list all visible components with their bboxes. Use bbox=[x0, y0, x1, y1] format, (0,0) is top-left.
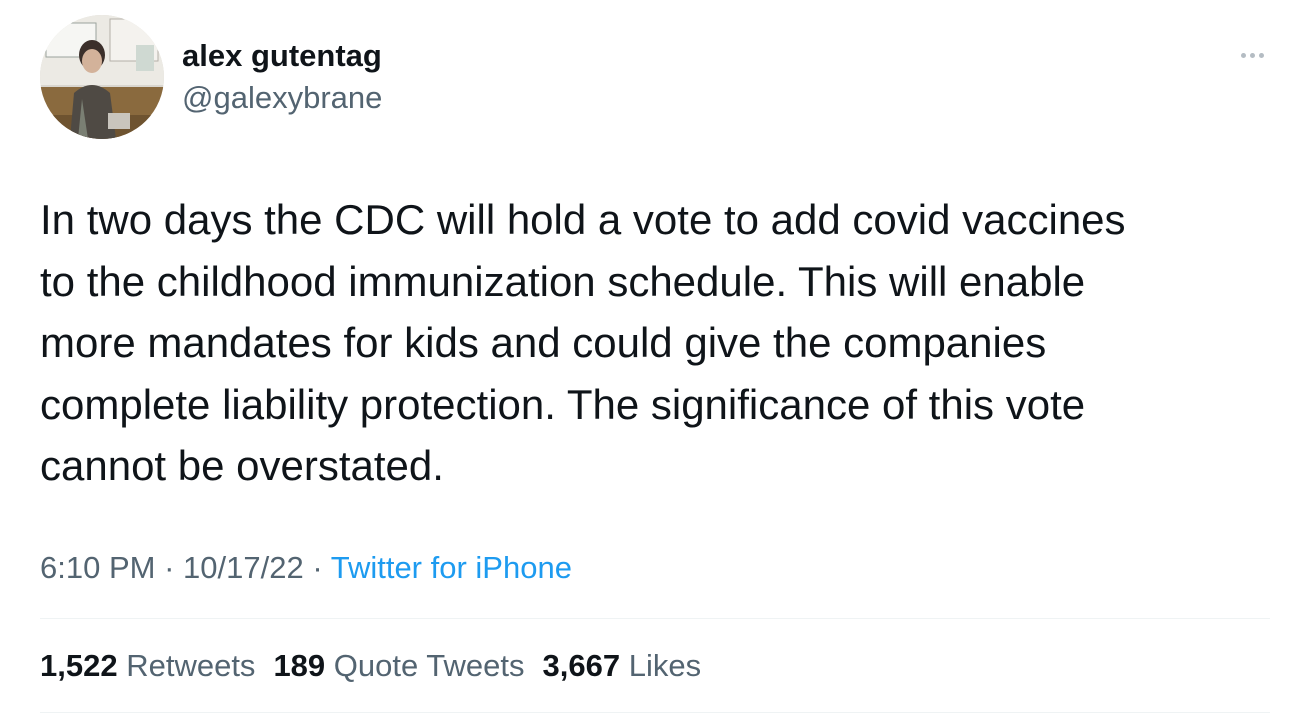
quote-tweets-stat[interactable]: 189 Quote Tweets bbox=[273, 646, 524, 686]
more-dots-icon bbox=[1240, 52, 1246, 58]
retweets-stat[interactable]: 1,522 Retweets bbox=[40, 646, 255, 686]
tweet-stats: 1,522 Retweets 189 Quote Tweets 3,667 Li… bbox=[40, 646, 701, 686]
tweet-text: In two days the CDC will hold a vote to … bbox=[40, 196, 1126, 489]
quote-tweets-label: Quote Tweets bbox=[333, 648, 525, 683]
more-options-button[interactable] bbox=[1232, 40, 1272, 70]
more-dots-icon bbox=[1258, 52, 1264, 58]
retweets-label: Retweets bbox=[126, 648, 256, 683]
author-handle[interactable]: @galexybrane bbox=[182, 78, 382, 118]
author-name[interactable]: alex gutentag bbox=[182, 36, 382, 76]
tweet-time[interactable]: 6:10 PM bbox=[40, 550, 155, 585]
likes-stat[interactable]: 3,667 Likes bbox=[543, 646, 702, 686]
tweet-date[interactable]: 10/17/22 bbox=[183, 550, 304, 585]
tweet-source-link[interactable]: Twitter for iPhone bbox=[331, 550, 572, 585]
tweet-meta: 6:10 PM · 10/17/22 · Twitter for iPhone bbox=[40, 548, 572, 588]
avatar[interactable] bbox=[40, 15, 164, 139]
quote-tweets-count: 189 bbox=[273, 648, 326, 683]
divider bbox=[40, 712, 1270, 713]
likes-label: Likes bbox=[628, 648, 702, 683]
more-dots-icon bbox=[1249, 52, 1255, 58]
meta-separator: · bbox=[164, 550, 175, 585]
tweet-card: alex gutentag @galexybrane In two days t… bbox=[0, 0, 1310, 716]
likes-count: 3,667 bbox=[542, 648, 621, 683]
avatar-photo bbox=[40, 15, 164, 139]
meta-separator: · bbox=[312, 550, 323, 585]
retweets-count: 1,522 bbox=[40, 648, 118, 683]
divider bbox=[40, 618, 1270, 619]
